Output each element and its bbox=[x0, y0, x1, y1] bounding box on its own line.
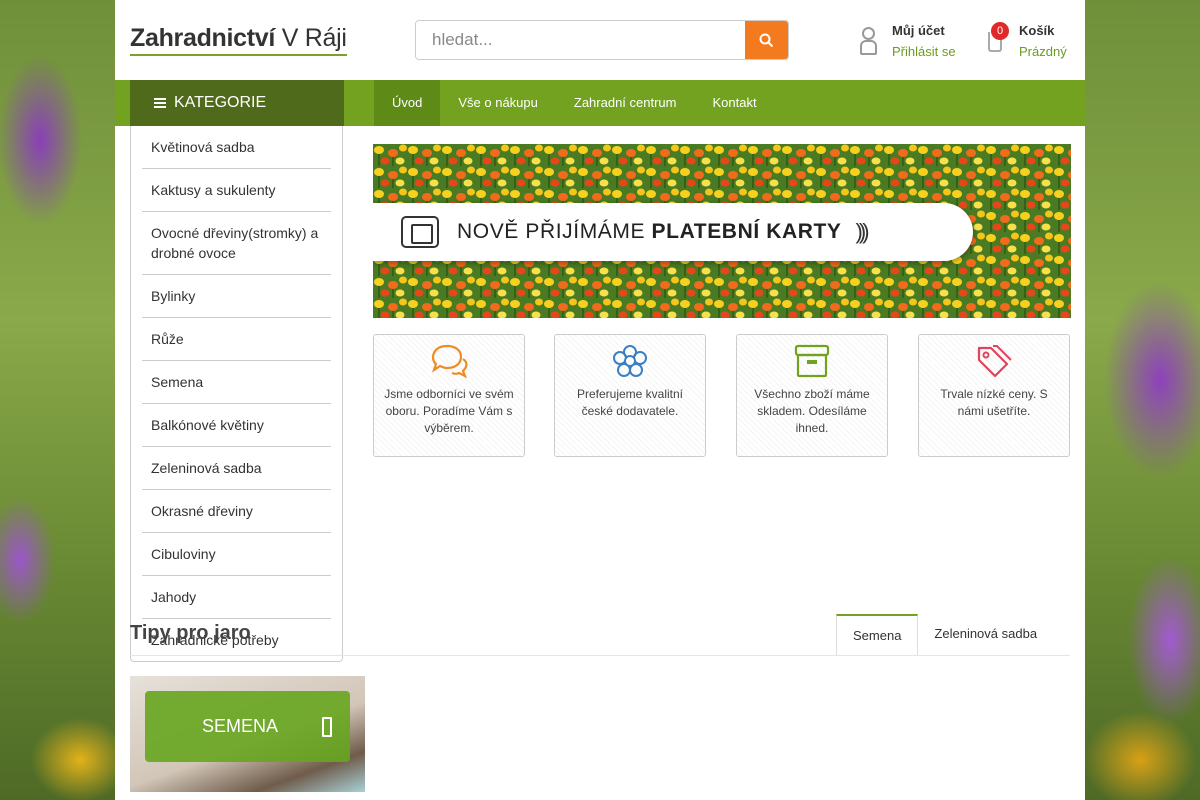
search-icon bbox=[759, 33, 774, 47]
flower-icon bbox=[613, 345, 647, 377]
search-input[interactable] bbox=[416, 21, 745, 59]
categories-toggle[interactable]: KATEGORIE bbox=[130, 80, 344, 126]
feature-text: Jsme odborníci ve svém oboru. Poradíme V… bbox=[384, 387, 514, 435]
nav-item-garden-centre[interactable]: Zahradní centrum bbox=[556, 80, 695, 126]
cart-menu[interactable]: 0 Košík Prázdný bbox=[988, 20, 1067, 59]
banner-message: NOVĚ PŘIJÍMÁME PLATEBNÍ KARTY ))) bbox=[373, 203, 973, 261]
account-title: Můj účet bbox=[892, 23, 945, 38]
contactless-icon: ))) bbox=[855, 219, 870, 244]
feature-text: Trvale nízké ceny. S námi ušetříte. bbox=[940, 387, 1048, 418]
category-sidebar: Květinová sadba Kaktusy a sukulenty Ovoc… bbox=[130, 126, 343, 662]
cart-title: Košík bbox=[1019, 23, 1055, 38]
chat-bubbles-icon bbox=[431, 344, 468, 378]
nav-item-contact[interactable]: Kontakt bbox=[694, 80, 774, 126]
feature-box-czech-suppliers: Preferujeme kvalitní české dodavatele. bbox=[554, 334, 706, 457]
sidebar-item-bulbs[interactable]: Cibuloviny bbox=[142, 533, 331, 576]
site-logo[interactable]: Zahradnictví V Ráji bbox=[130, 24, 347, 56]
sidebar-item-strawberries[interactable]: Jahody bbox=[142, 576, 331, 619]
main-navbar: KATEGORIE Úvod Vše o nákupu Zahradní cen… bbox=[115, 80, 1085, 126]
section-title: Tipy pro jaro bbox=[130, 622, 251, 644]
nav-menu: Úvod Vše o nákupu Zahradní centrum Konta… bbox=[374, 80, 775, 126]
user-icon bbox=[860, 27, 877, 55]
sidebar-item-ornamental-trees[interactable]: Okrasné dřeviny bbox=[142, 490, 331, 533]
section-divider bbox=[130, 655, 1070, 656]
banner-text: NOVĚ PŘIJÍMÁME PLATEBNÍ KARTY bbox=[457, 220, 842, 244]
feature-box-low-prices: Trvale nízké ceny. S námi ušetříte. bbox=[918, 334, 1070, 457]
cart-status[interactable]: Prázdný bbox=[1019, 44, 1067, 59]
tab-vegetable-seedlings[interactable]: Zeleninová sadba bbox=[918, 614, 1053, 656]
search-bar bbox=[415, 20, 789, 60]
credit-card-chip-icon bbox=[401, 216, 439, 248]
account-menu[interactable]: Můj účet Přihlásit se bbox=[860, 20, 956, 59]
feature-box-in-stock: Všechno zboží máme skladem. Odesíláme ih… bbox=[736, 334, 888, 457]
logo-bold-text: Zahradnictví bbox=[130, 24, 276, 52]
nav-item-home[interactable]: Úvod bbox=[374, 80, 441, 126]
sidebar-item-flower-seedlings[interactable]: Květinová sadba bbox=[142, 126, 331, 169]
sidebar-item-fruit-trees[interactable]: Ovocné dřeviny(stromky) a drobné ovoce bbox=[142, 212, 331, 275]
sidebar-item-roses[interactable]: Růže bbox=[142, 318, 331, 361]
category-card-seeds[interactable]: SEMENA bbox=[130, 676, 365, 792]
sidebar-item-balcony-flowers[interactable]: Balkónové květiny bbox=[142, 404, 331, 447]
search-button[interactable] bbox=[745, 21, 788, 59]
logo-rest-text: V Ráji bbox=[275, 24, 347, 52]
sidebar-item-herbs[interactable]: Bylinky bbox=[142, 275, 331, 318]
nav-item-shopping-info[interactable]: Vše o nákupu bbox=[440, 80, 556, 126]
price-tag-icon bbox=[977, 345, 1012, 378]
page: Zahradnictví V Ráji Můj účet Přihlásit s… bbox=[115, 0, 1085, 800]
promo-banner[interactable]: NOVĚ PŘIJÍMÁME PLATEBNÍ KARTY ))) bbox=[373, 144, 1071, 318]
login-link[interactable]: Přihlásit se bbox=[892, 44, 956, 59]
sidebar-item-vegetable-seedlings[interactable]: Zeleninová sadba bbox=[142, 447, 331, 490]
categories-label: KATEGORIE bbox=[174, 94, 267, 111]
feature-text: Preferujeme kvalitní české dodavatele. bbox=[576, 387, 684, 418]
sidebar-item-seeds[interactable]: Semena bbox=[142, 361, 331, 404]
sidebar-item-cacti[interactable]: Kaktusy a sukulenty bbox=[142, 169, 331, 212]
section-tabs: Semena Zeleninová sadba bbox=[836, 614, 1053, 656]
feature-text: Všechno zboží máme skladem. Odesíláme ih… bbox=[754, 387, 870, 435]
cart-count-badge: 0 bbox=[991, 22, 1009, 40]
arrow-right-icon bbox=[322, 717, 332, 737]
category-card-label: SEMENA bbox=[202, 716, 279, 736]
tab-seeds[interactable]: Semena bbox=[836, 614, 919, 656]
archive-box-icon bbox=[794, 344, 830, 378]
category-card-button[interactable]: SEMENA bbox=[145, 691, 350, 762]
banner-text-bold: PLATEBNÍ KARTY bbox=[651, 220, 842, 243]
feature-box-experts: Jsme odborníci ve svém oboru. Poradíme V… bbox=[373, 334, 525, 457]
banner-text-normal: NOVĚ PŘIJÍMÁME bbox=[457, 220, 652, 243]
menu-icon bbox=[154, 98, 166, 108]
